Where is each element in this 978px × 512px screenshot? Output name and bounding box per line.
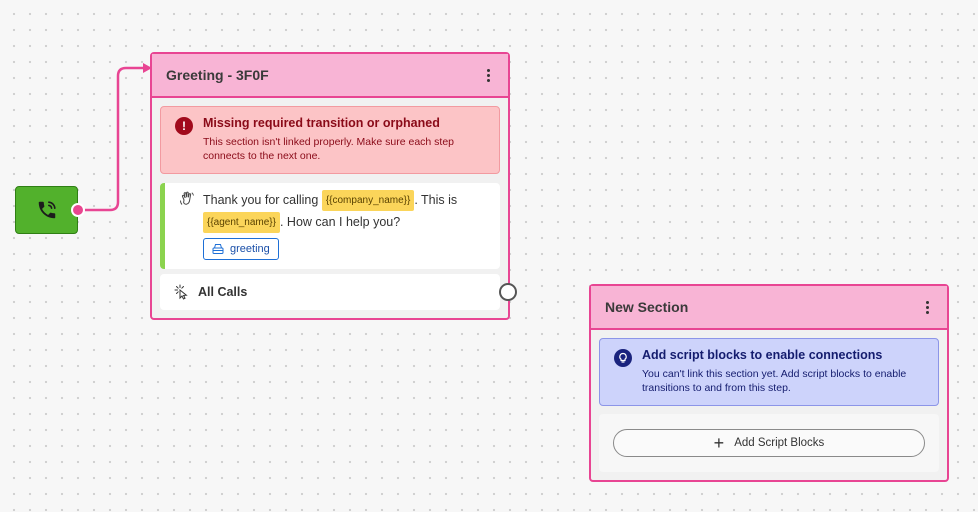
kebab-menu-icon[interactable] — [480, 65, 496, 85]
tag-chip-greeting[interactable]: greeting — [203, 238, 279, 261]
plus-icon: + — [713, 433, 725, 453]
transition-label: All Calls — [198, 285, 248, 299]
phone-call-icon — [38, 201, 56, 219]
exclamation-icon: ! — [175, 117, 193, 135]
start-node[interactable] — [15, 186, 78, 234]
add-script-blocks-label: Add Script Blocks — [734, 437, 825, 449]
script-block[interactable]: Thank you for calling {{company_name}}. … — [160, 183, 500, 269]
tag-icon — [212, 244, 224, 255]
add-blocks-area: + Add Script Blocks — [599, 414, 939, 472]
variable-chip-agent-name[interactable]: {{agent_name}} — [203, 212, 280, 234]
pointer-click-icon — [174, 284, 188, 300]
variable-chip-company-name[interactable]: {{company_name}} — [321, 190, 415, 212]
section-new[interactable]: New Section Add script blocks to enable … — [589, 284, 949, 482]
alert-message-line-2: transitions to and from this step. — [642, 382, 791, 394]
transition-output-port[interactable] — [499, 283, 517, 301]
alert-message-line-1: This section isn't linked properly. Make… — [203, 136, 455, 148]
section-title: Greeting - 3F0F — [166, 67, 269, 83]
section-header: New Section — [591, 286, 947, 330]
alert-title: Missing required transition or orphaned — [203, 116, 440, 130]
kebab-menu-icon[interactable] — [919, 297, 935, 317]
section-title: New Section — [605, 299, 689, 315]
alert-message-line-1: You can't link this section yet. Add scr… — [642, 368, 907, 380]
script-text-end: . How can I help you? — [279, 215, 401, 230]
tag-label: greeting — [230, 243, 270, 256]
alert-title: Add script blocks to enable connections — [642, 348, 883, 362]
script-text-middle: . This is — [414, 193, 458, 207]
alert-message-line-2: connects to the next one. — [203, 150, 321, 162]
script-text-start: Thank you for calling — [203, 193, 322, 207]
hand-wave-icon — [180, 191, 194, 205]
add-script-blocks-button[interactable]: + Add Script Blocks — [613, 429, 925, 457]
error-alert: ! Missing required transition or orphane… — [160, 106, 500, 174]
start-node-output-port[interactable] — [71, 203, 85, 217]
section-greeting[interactable]: Greeting - 3F0F ! Missing required trans… — [150, 52, 510, 320]
info-alert: Add script blocks to enable connections … — [599, 338, 939, 406]
transition-all-calls[interactable]: All Calls — [160, 274, 500, 310]
script-text: Thank you for calling {{company_name}}. … — [203, 189, 458, 234]
section-header: Greeting - 3F0F — [152, 54, 508, 98]
lightbulb-icon — [614, 349, 632, 367]
